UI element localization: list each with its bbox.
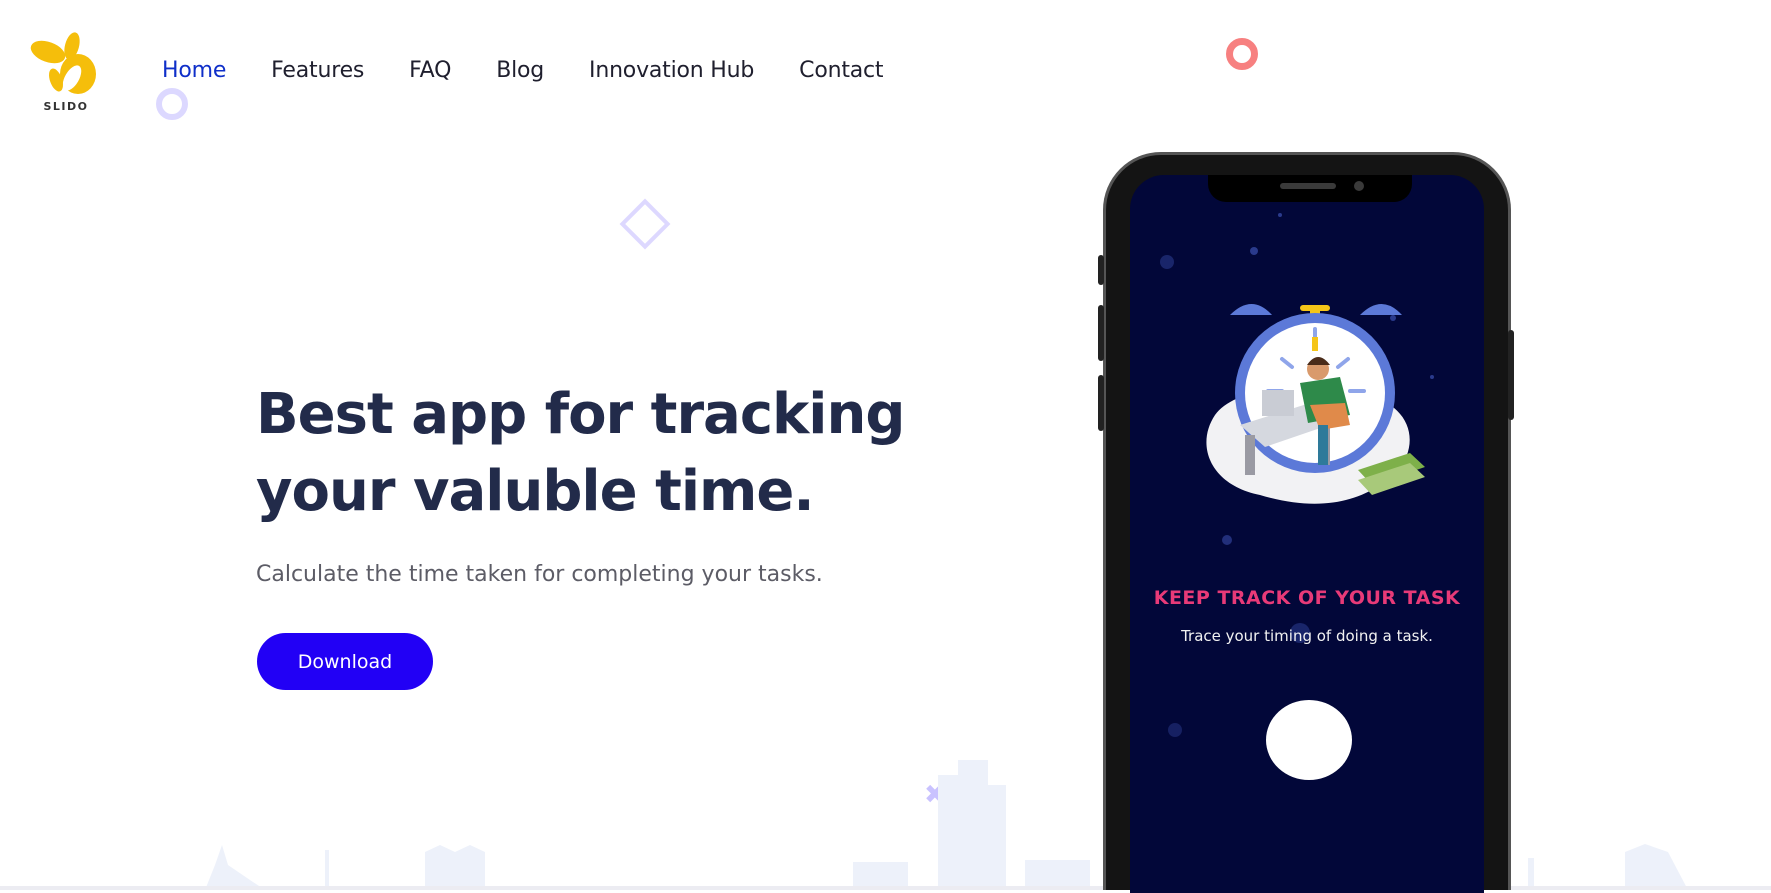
phone-side-button [1098,255,1104,285]
nav-home[interactable]: Home [162,58,226,83]
screen-subtitle: Trace your timing of doing a task. [1181,627,1433,645]
slido-logo[interactable]: SLIDO [26,30,106,120]
screen-dot [1168,723,1182,737]
decorative-diamond [619,198,671,250]
phone-speaker [1280,183,1336,189]
decorative-ring-purple [156,88,188,120]
phone-camera-icon [1354,181,1364,191]
start-round-button[interactable] [1266,700,1352,780]
nav-contact[interactable]: Contact [799,58,883,83]
hero-subtitle: Calculate the time taken for completing … [256,562,823,587]
nav-faq[interactable]: FAQ [409,58,451,83]
phone-mockup: KEEP TRACK OF YOUR TASK Trace your timin… [1098,152,1514,893]
screen-title: KEEP TRACK OF YOUR TASK [1153,587,1461,609]
phone-volume-down-button [1098,375,1104,431]
screen-dot [1222,535,1232,545]
decorative-ring-red [1226,38,1258,70]
logo-wordmark: SLIDO [43,100,89,113]
main-nav: Home Features FAQ Blog Innovation Hub Co… [162,58,928,83]
download-button[interactable]: Download [257,633,433,690]
hero-title: Best app for tracking your valuble time. [256,382,905,524]
phone-power-button [1508,330,1514,420]
nav-blog[interactable]: Blog [496,58,544,83]
nav-features[interactable]: Features [271,58,364,83]
bee-logo-icon [30,32,96,94]
screen-dot [1278,213,1282,217]
phone-notch [1208,175,1412,202]
nav-innovation-hub[interactable]: Innovation Hub [589,58,754,83]
screen-dot [1430,375,1434,379]
screen-dot [1250,247,1258,255]
screen-dot [1160,255,1174,269]
phone-screen: KEEP TRACK OF YOUR TASK Trace your timin… [1130,175,1484,893]
alarm-clock-workspace-illustration [1206,304,1425,504]
phone-volume-up-button [1098,305,1104,361]
